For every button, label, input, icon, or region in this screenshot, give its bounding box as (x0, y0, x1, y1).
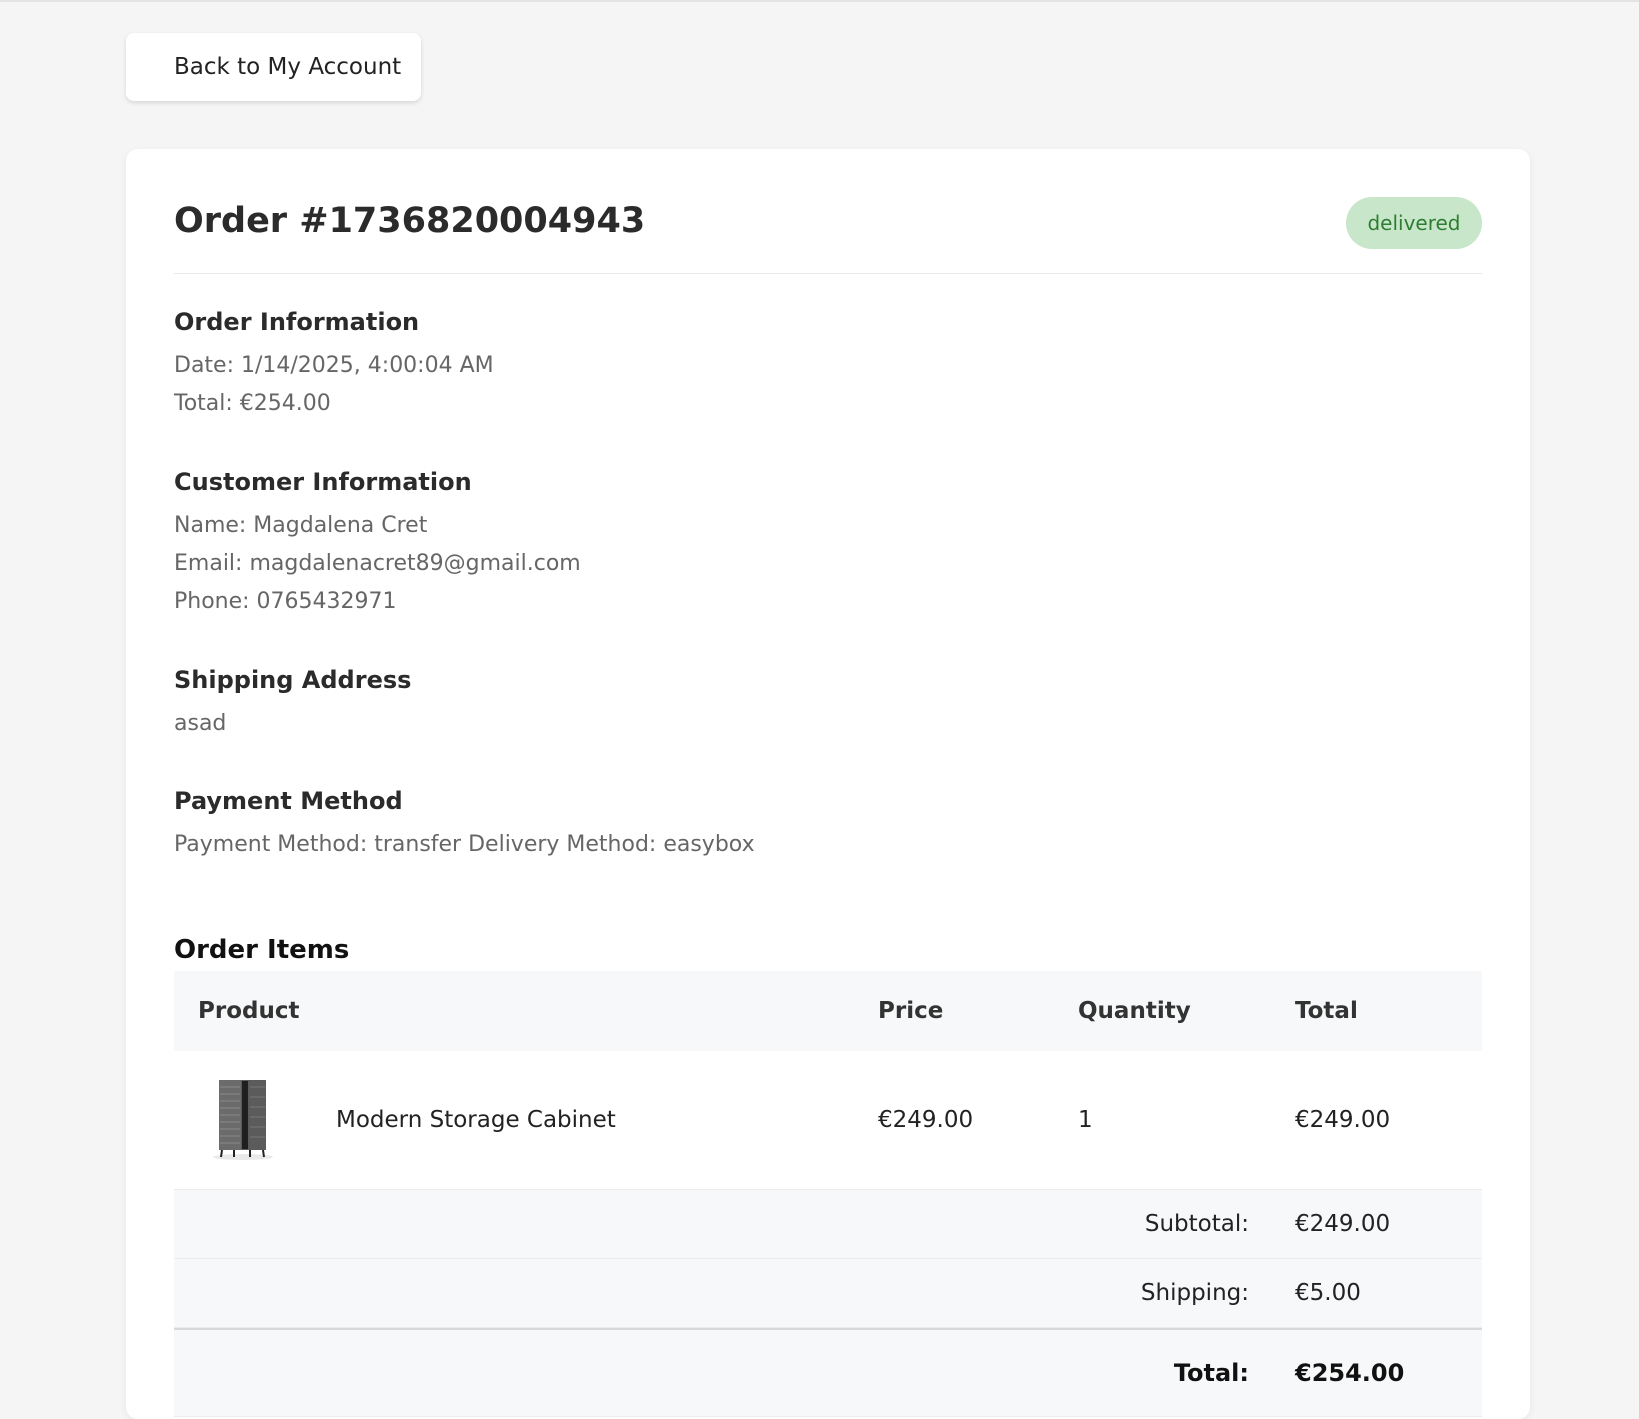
product-total: €249.00 (1295, 1107, 1391, 1133)
subtotal-label: Subtotal: (1144, 1211, 1249, 1237)
payment-method-heading: Payment Method (174, 787, 403, 815)
order-title: Order #1736820004943 (174, 201, 646, 241)
cabinet-thumbnail-icon (200, 1077, 286, 1163)
grand-total-row: Total: €254.00 (174, 1328, 1482, 1417)
grand-total-label: Total: (1173, 1359, 1249, 1387)
order-total: Total: €254.00 (174, 391, 331, 416)
shipping-address-heading: Shipping Address (174, 666, 412, 694)
subtotal-row: Subtotal: €249.00 (174, 1190, 1482, 1259)
column-header-total: Total (1295, 998, 1358, 1024)
column-header-product: Product (198, 998, 300, 1024)
order-date: Date: 1/14/2025, 4:00:04 AM (174, 353, 494, 378)
order-information-heading: Order Information (174, 308, 420, 336)
shipping-address-section: Shipping Address asad (174, 665, 411, 743)
column-header-price: Price (878, 998, 944, 1024)
shipping-address-value: asad (174, 711, 227, 736)
order-items-heading: Order Items (174, 935, 350, 965)
subtotal-value: €249.00 (1295, 1211, 1391, 1237)
payment-method-value: Payment Method: transfer Delivery Method… (174, 832, 755, 857)
header-divider (174, 273, 1482, 274)
top-border (0, 0, 1639, 2)
shipping-value: €5.00 (1295, 1280, 1361, 1306)
customer-information-section: Customer Information Name: Magdalena Cre… (174, 467, 581, 621)
customer-phone: Phone: 0765432971 (174, 589, 397, 614)
back-button-label: Back to My Account (174, 54, 402, 80)
order-items-table: Product Price Quantity Total Modern Stor… (174, 971, 1482, 1417)
grand-total-value: €254.00 (1295, 1359, 1405, 1387)
shipping-label: Shipping: (1140, 1280, 1249, 1306)
status-badge: delivered (1346, 197, 1482, 249)
order-details-card: Order #1736820004943 delivered Order Inf… (126, 149, 1530, 1419)
product-quantity: 1 (1078, 1107, 1093, 1133)
column-header-quantity: Quantity (1078, 998, 1191, 1024)
customer-name: Name: Magdalena Cret (174, 513, 428, 538)
customer-email: Email: magdalenacret89@gmail.com (174, 551, 581, 576)
shipping-row: Shipping: €5.00 (174, 1259, 1482, 1328)
table-header: Product Price Quantity Total (174, 971, 1482, 1051)
back-to-account-button[interactable]: Back to My Account (126, 33, 421, 101)
product-name: Modern Storage Cabinet (336, 1107, 616, 1133)
order-information-section: Order Information Date: 1/14/2025, 4:00:… (174, 307, 494, 423)
table-row: Modern Storage Cabinet €249.00 1 €249.00 (174, 1051, 1482, 1190)
customer-information-heading: Customer Information (174, 468, 472, 496)
product-price: €249.00 (878, 1107, 974, 1133)
payment-method-section: Payment Method Payment Method: transfer … (174, 786, 755, 864)
